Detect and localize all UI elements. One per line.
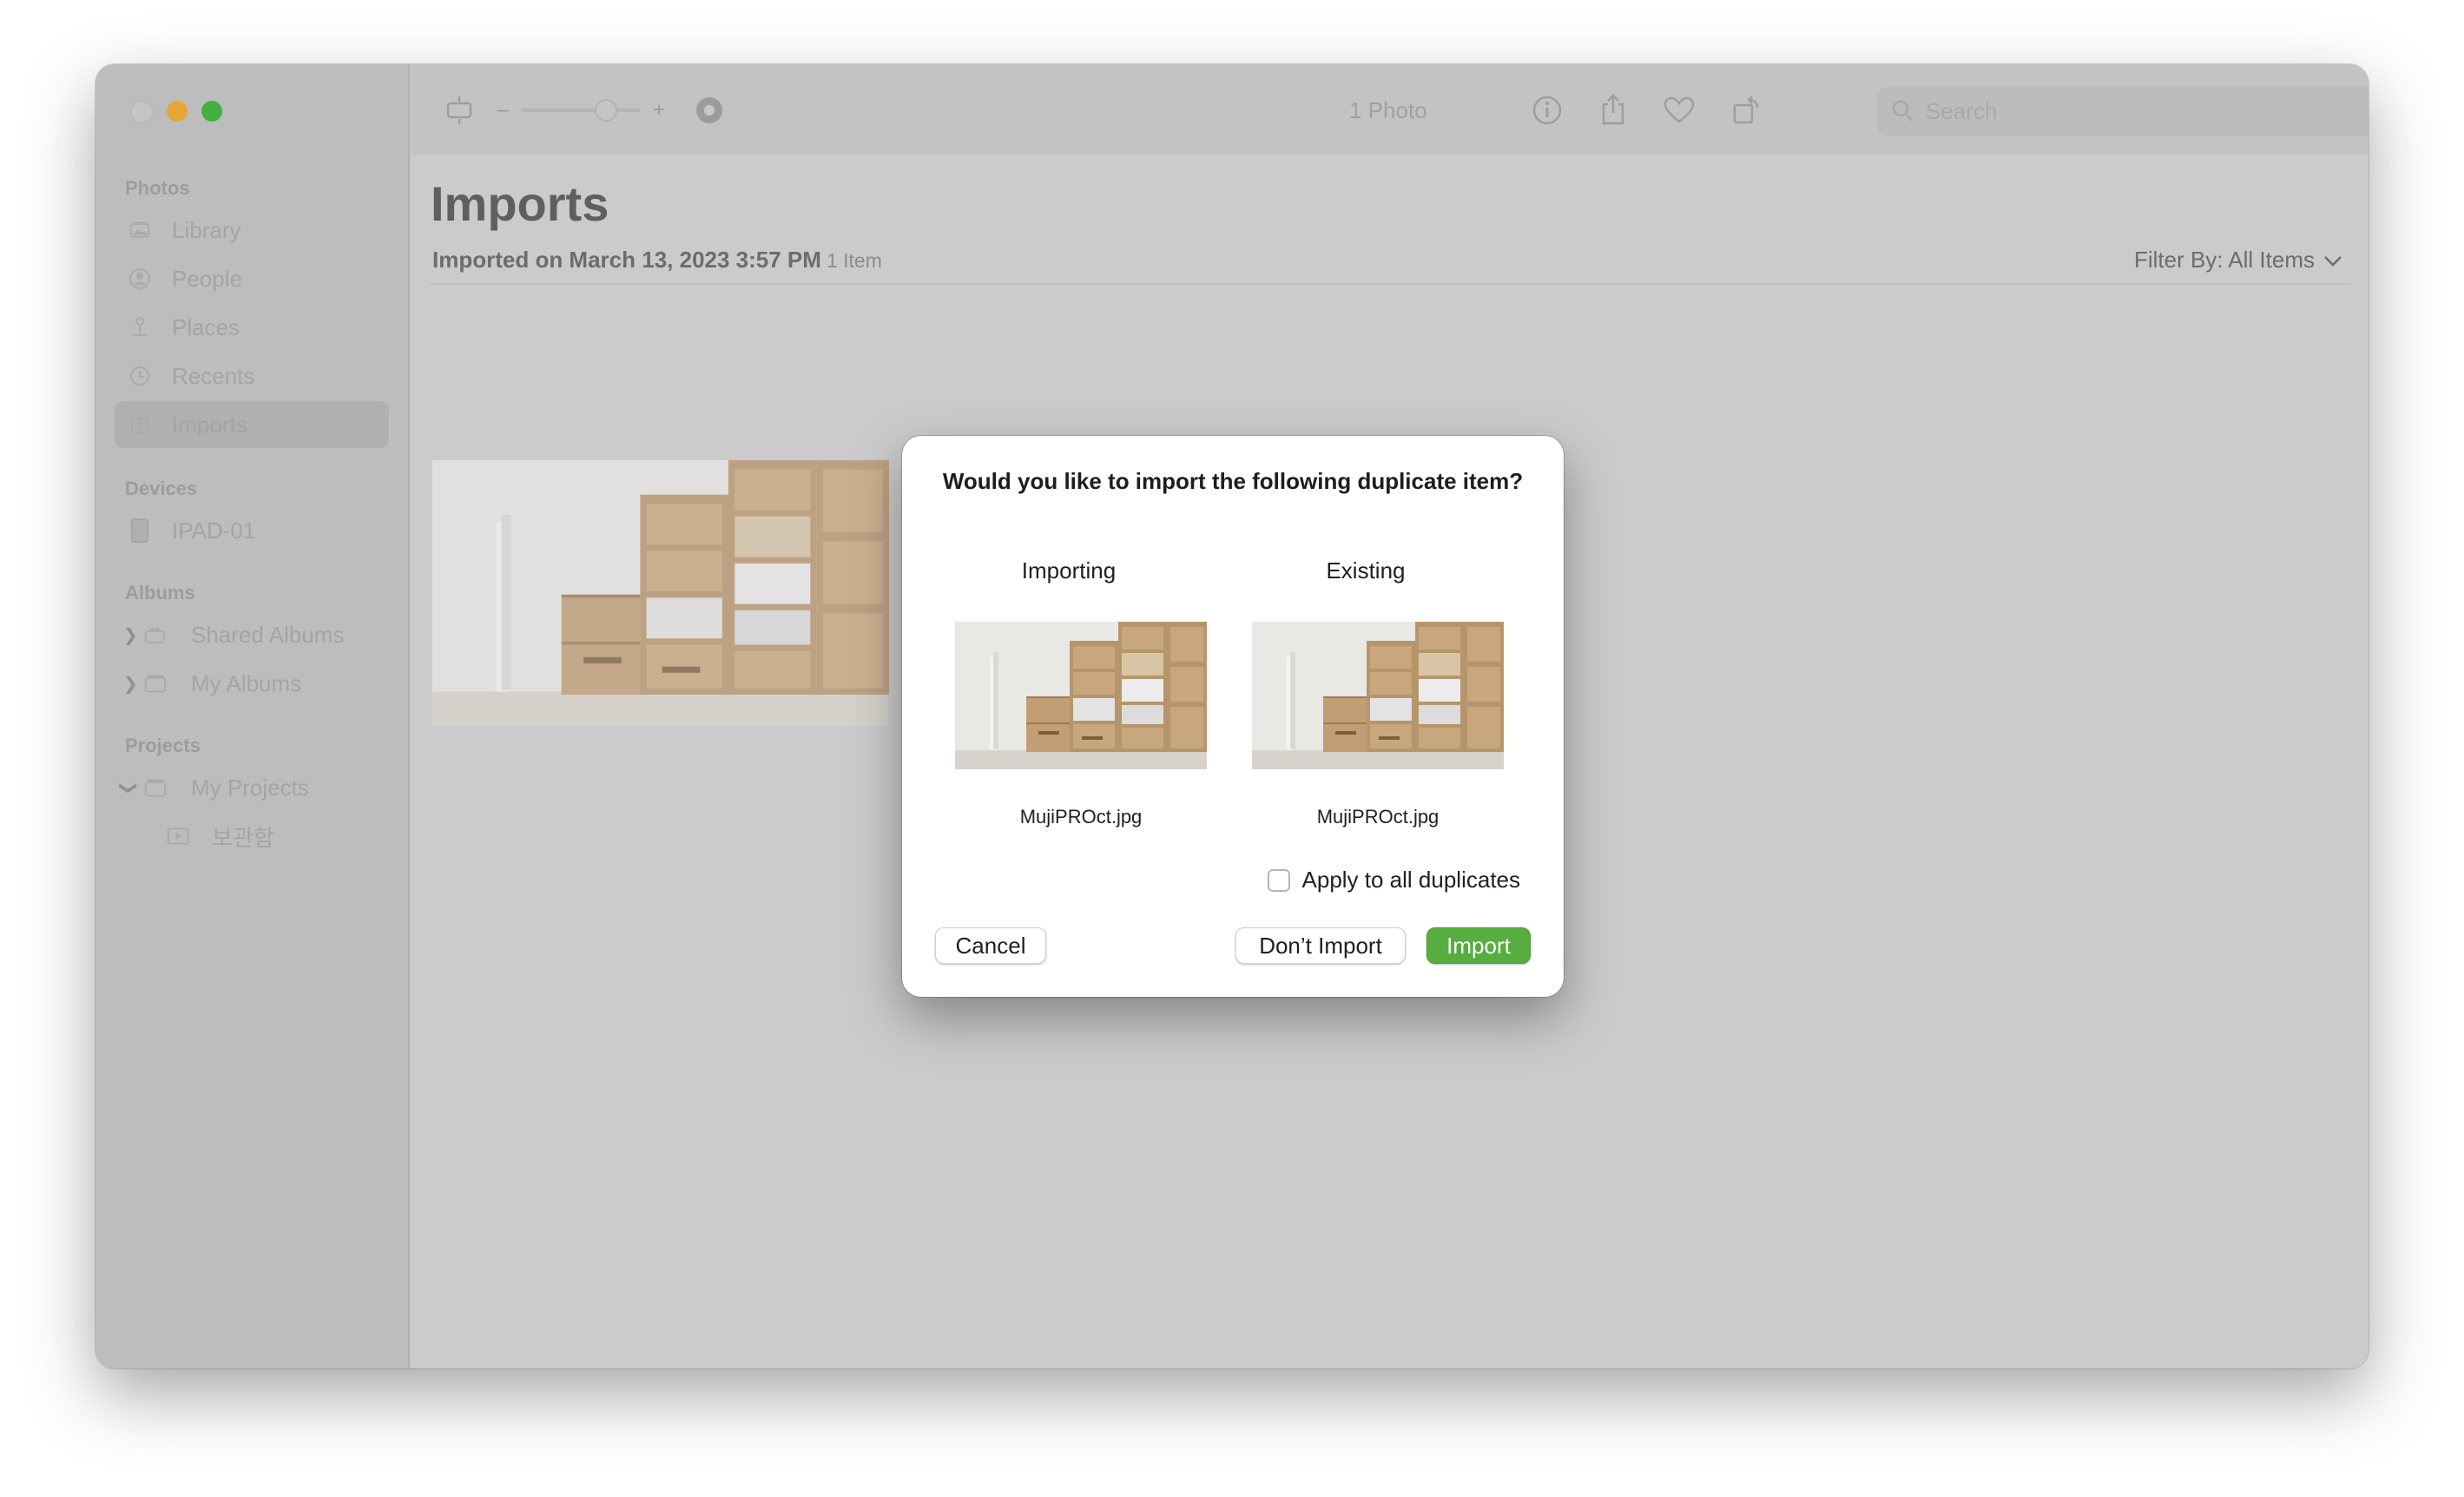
- close-window-button[interactable]: [130, 101, 153, 123]
- shared-album-icon: [144, 623, 167, 646]
- slideshow-icon: [167, 825, 189, 847]
- import-icon: [128, 413, 151, 436]
- ipad-icon: [128, 518, 151, 543]
- importing-label: Importing: [1021, 557, 1117, 584]
- existing-label: Existing: [1326, 557, 1406, 584]
- sidebar-item-library[interactable]: Library: [115, 207, 389, 254]
- importing-photo-preview: [955, 622, 1207, 769]
- duplicate-import-dialog: Would you like to import the following d…: [902, 436, 1564, 997]
- sidebar-section-photos: Photos: [125, 177, 190, 199]
- sidebar-item-label: My Albums: [191, 669, 302, 696]
- sidebar-item-label: Recents: [172, 362, 255, 389]
- zoom-in-icon[interactable]: +: [649, 94, 669, 127]
- sidebar-item-label: Imports: [172, 411, 247, 438]
- sidebar-item-label: IPAD-01: [172, 517, 256, 544]
- sidebar-item-label: People: [172, 265, 242, 292]
- photo-count: 1 Photo: [1349, 97, 1427, 123]
- sidebar-section-albums: Albums: [125, 582, 195, 603]
- clock-icon: [128, 365, 151, 387]
- sidebar-item-imports[interactable]: Imports: [115, 401, 389, 448]
- page-title: Imports: [431, 176, 609, 231]
- search-field[interactable]: Search: [1877, 87, 2368, 135]
- filter-label: Filter By: All Items: [2133, 247, 2315, 273]
- minimize-window-button[interactable]: [167, 101, 188, 122]
- dont-import-button[interactable]: Don’t Import: [1235, 927, 1406, 964]
- folder-icon: [144, 672, 167, 695]
- import-button[interactable]: Import: [1426, 927, 1531, 964]
- heart-icon[interactable]: [1662, 94, 1696, 127]
- apply-to-all-option[interactable]: Apply to all duplicates: [1267, 867, 1520, 894]
- sidebar-item-shared-albums[interactable]: ❯ Shared Albums: [115, 611, 389, 658]
- filter-dropdown[interactable]: Filter By: All Items: [2134, 247, 2342, 274]
- toolbar: – + 1 Photo Search: [410, 64, 2368, 156]
- search-icon: [1891, 99, 1915, 128]
- pin-icon: [128, 316, 151, 339]
- aspect-ratio-icon[interactable]: [443, 94, 476, 127]
- sidebar: Photos Library People Places Recents Imp…: [96, 64, 410, 1368]
- import-group-header: Imported on March 13, 2023 3:57 PM 1 Item: [432, 247, 882, 274]
- sidebar-item-my-projects[interactable]: ❯ My Projects: [115, 764, 389, 811]
- chevron-right-icon[interactable]: ❯: [123, 673, 138, 695]
- sidebar-item-slideshow[interactable]: 보관함: [115, 813, 389, 860]
- cancel-button[interactable]: Cancel: [935, 927, 1046, 964]
- sidebar-item-ipad[interactable]: IPAD-01: [115, 507, 389, 554]
- sidebar-item-label: Places: [172, 313, 240, 340]
- sidebar-item-label: My Projects: [191, 774, 309, 801]
- sidebar-item-label: Library: [172, 216, 241, 243]
- chevron-down-icon[interactable]: ❯: [118, 781, 140, 795]
- photo-thumbnail[interactable]: [432, 460, 889, 726]
- folder-icon: [144, 776, 167, 799]
- dialog-title: Would you like to import the following d…: [942, 468, 1524, 494]
- info-icon[interactable]: [1530, 94, 1565, 127]
- sidebar-item-label: 보관함: [212, 824, 274, 851]
- zoom-out-icon[interactable]: –: [493, 94, 512, 127]
- import-date-label: Imported on March 13, 2023 3:57 PM: [432, 247, 821, 273]
- chevron-down-icon: [2323, 247, 2342, 274]
- apply-to-all-label: Apply to all duplicates: [1301, 867, 1520, 893]
- library-icon: [128, 219, 151, 241]
- person-icon: [128, 267, 151, 290]
- importing-file-name: MujiPROct.jpg: [1019, 806, 1143, 828]
- search-placeholder: Search: [1926, 97, 1998, 124]
- existing-photo-preview: [1252, 622, 1504, 769]
- sidebar-section-projects: Projects: [125, 735, 201, 756]
- sidebar-item-my-albums[interactable]: ❯ My Albums: [115, 660, 389, 707]
- item-count: 1 Item: [826, 249, 882, 272]
- apply-to-all-checkbox[interactable]: [1267, 868, 1290, 892]
- existing-file-name: MujiPROct.jpg: [1316, 806, 1440, 828]
- share-icon[interactable]: [1596, 94, 1631, 127]
- sidebar-item-places[interactable]: Places: [115, 304, 389, 351]
- slideshow-play-icon[interactable]: [693, 94, 726, 127]
- divider: [431, 283, 2351, 285]
- sidebar-item-label: Shared Albums: [191, 621, 345, 648]
- maximize-window-button[interactable]: [201, 101, 222, 122]
- sidebar-item-people[interactable]: People: [115, 255, 389, 302]
- sidebar-section-devices: Devices: [125, 478, 198, 499]
- zoom-slider[interactable]: [521, 94, 641, 127]
- chevron-right-icon[interactable]: ❯: [123, 624, 138, 646]
- rotate-icon[interactable]: [1729, 94, 1764, 127]
- sidebar-item-recents[interactable]: Recents: [115, 353, 389, 399]
